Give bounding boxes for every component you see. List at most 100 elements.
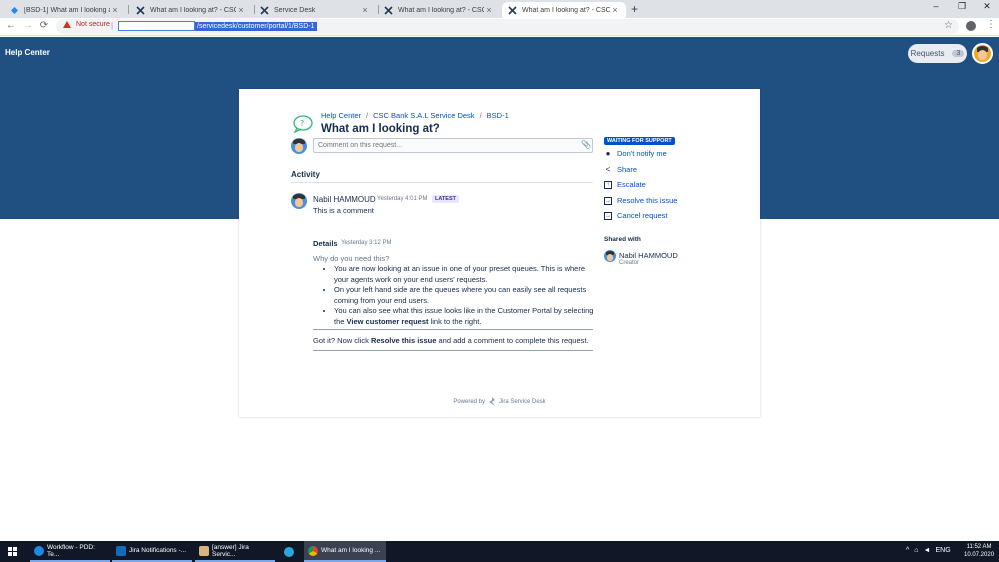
taskbar-app-outlook[interactable]: Jira Notifications -... bbox=[112, 541, 192, 562]
activity-heading: Activity bbox=[291, 170, 320, 179]
close-tab-icon[interactable]: × bbox=[110, 5, 120, 15]
details-footer-text: Got it? Now click Resolve this issue and… bbox=[313, 336, 589, 345]
details-heading: Details bbox=[313, 239, 338, 248]
shared-user-name: Nabil HAMMOUD bbox=[619, 251, 678, 260]
resolve-action[interactable]: → Resolve this issue bbox=[604, 196, 677, 205]
page-title: What am I looking at? bbox=[321, 123, 440, 135]
avatar-face bbox=[294, 197, 304, 208]
browser-tab[interactable]: What am I looking at? - CSC Ban × bbox=[130, 2, 252, 18]
close-tab-icon[interactable]: × bbox=[610, 5, 620, 15]
browser-toolbar: ← → ⟳ Not secure | /servicedesk/customer… bbox=[0, 18, 999, 36]
jira-service-desk-logo-icon bbox=[489, 397, 495, 406]
divider bbox=[313, 329, 593, 330]
cancel-icon: → bbox=[604, 211, 612, 220]
view-customer-request-text: View customer request bbox=[346, 316, 429, 326]
requests-button[interactable]: Requests 3 bbox=[908, 44, 967, 63]
resolve-icon: → bbox=[604, 196, 612, 205]
language-indicator[interactable]: ENG bbox=[935, 547, 950, 554]
help-center-logo-icon: ? bbox=[293, 115, 313, 133]
browser-tab-active[interactable]: What am I looking at? - CSC Ban × bbox=[502, 2, 626, 18]
attach-paperclip-icon[interactable]: 📎 bbox=[581, 140, 591, 149]
close-tab-icon[interactable]: × bbox=[236, 5, 246, 15]
requests-count-badge: 3 bbox=[952, 50, 965, 57]
back-button[interactable]: ← bbox=[4, 20, 18, 31]
breadcrumb-separator: / bbox=[366, 111, 369, 120]
address-bar[interactable]: Not secure | /servicedesk/customer/porta… bbox=[56, 19, 959, 34]
details-question: Why do you need this? bbox=[313, 254, 390, 263]
latest-badge: LATEST bbox=[432, 195, 459, 203]
taskbar-clock[interactable]: 11:52 AM 10.07.2020 bbox=[964, 543, 994, 559]
system-tray: ^ ⌂ ◄ ENG bbox=[906, 547, 951, 554]
browser-tab[interactable]: [BSD-1] What am I looking at? - × bbox=[4, 2, 126, 18]
comment-body: This is a comment bbox=[313, 206, 374, 215]
comment-input[interactable] bbox=[313, 138, 593, 153]
servicedesk-favicon-icon bbox=[260, 5, 269, 15]
breadcrumb: Help Center / CSC Bank S.A.L Service Des… bbox=[321, 111, 509, 120]
restore-window-button[interactable]: ❐ bbox=[952, 1, 972, 12]
shared-with-heading: Shared with bbox=[604, 236, 641, 243]
url-host-redacted bbox=[118, 21, 195, 31]
servicedesk-favicon-icon bbox=[136, 5, 145, 15]
user-avatar[interactable] bbox=[972, 43, 993, 64]
divider bbox=[291, 182, 593, 183]
dont-notify-action[interactable]: ● Don't notify me bbox=[604, 149, 667, 158]
internet-explorer-icon bbox=[284, 546, 294, 557]
share-action[interactable]: < Share bbox=[604, 165, 637, 174]
divider bbox=[313, 350, 593, 351]
close-tab-icon[interactable]: × bbox=[484, 5, 494, 15]
mail-icon bbox=[199, 545, 209, 556]
close-tab-icon[interactable]: × bbox=[360, 5, 370, 15]
avatar-face bbox=[977, 50, 988, 61]
details-list: You are now looking at an issue in one o… bbox=[323, 264, 595, 327]
minimize-window-button[interactable]: – bbox=[926, 1, 946, 11]
security-indicator[interactable]: Not secure bbox=[63, 21, 110, 28]
svg-text:?: ? bbox=[300, 119, 304, 128]
warning-icon bbox=[63, 21, 71, 28]
list-item: You can also see what this issue looks l… bbox=[334, 306, 595, 327]
powered-by: Powered by Jira Service Desk bbox=[453, 397, 546, 406]
outlook-icon bbox=[116, 545, 126, 556]
avatar bbox=[291, 193, 307, 209]
new-tab-button[interactable]: + bbox=[631, 2, 638, 16]
escalate-action[interactable]: ↑ Escalate bbox=[604, 180, 646, 189]
volume-icon[interactable]: ◄ bbox=[924, 547, 931, 554]
taskbar-app-mail[interactable]: [answer] Jira Servic... bbox=[195, 541, 275, 562]
help-center-link[interactable]: Help Center bbox=[5, 48, 50, 57]
profile-icon[interactable] bbox=[966, 21, 976, 31]
reload-button[interactable]: ⟳ bbox=[37, 20, 51, 31]
shared-user-role: Creator bbox=[619, 260, 640, 266]
details-timestamp: Yesterday 3:12 PM bbox=[341, 240, 392, 246]
browser-tab[interactable]: Service Desk × bbox=[254, 2, 376, 18]
forward-button[interactable]: → bbox=[21, 20, 35, 31]
list-item: On your left hand side are the queues wh… bbox=[334, 285, 595, 306]
browser-tab[interactable]: What am I looking at? - CSC Ban × bbox=[378, 2, 500, 18]
tray-chevron-icon[interactable]: ^ bbox=[906, 547, 909, 554]
cancel-action[interactable]: → Cancel request bbox=[604, 211, 667, 220]
bookmark-star-icon[interactable]: ☆ bbox=[944, 20, 953, 31]
edge-icon bbox=[34, 545, 44, 556]
close-window-button[interactable]: ✕ bbox=[977, 1, 997, 12]
taskbar-app-chrome[interactable]: What am I looking ... bbox=[304, 541, 386, 562]
browser-tab-strip: [BSD-1] What am I looking at? - × What a… bbox=[0, 0, 999, 18]
list-item: You are now looking at an issue in one o… bbox=[334, 264, 595, 285]
status-badge: WAITING FOR SUPPORT bbox=[604, 137, 675, 145]
windows-start-icon[interactable] bbox=[8, 547, 17, 556]
share-icon: < bbox=[605, 165, 611, 174]
tab-divider bbox=[128, 5, 129, 14]
request-card: ? Help Center / CSC Bank S.A.L Service D… bbox=[239, 89, 760, 417]
jira-favicon-icon bbox=[10, 6, 19, 15]
breadcrumb-help-center[interactable]: Help Center bbox=[321, 111, 361, 120]
avatar-face bbox=[294, 142, 304, 153]
taskbar-app-edge[interactable]: Workflow - PDD: Te... bbox=[30, 541, 110, 562]
breadcrumb-issue-key[interactable]: BSD-1 bbox=[487, 111, 509, 120]
url-text[interactable]: /servicedesk/customer/portal/1/BSD-1 bbox=[118, 21, 317, 31]
browser-menu-icon[interactable]: ⋮ bbox=[986, 19, 996, 30]
escalate-icon: ↑ bbox=[604, 180, 612, 189]
avatar bbox=[291, 138, 307, 154]
taskbar-app-ie[interactable] bbox=[280, 541, 302, 562]
avatar bbox=[604, 250, 616, 262]
comment-timestamp: Yesterday 4:01 PM bbox=[377, 196, 428, 202]
servicedesk-favicon-icon bbox=[508, 5, 517, 15]
network-icon[interactable]: ⌂ bbox=[914, 547, 918, 554]
breadcrumb-service-desk[interactable]: CSC Bank S.A.L Service Desk bbox=[373, 111, 474, 120]
